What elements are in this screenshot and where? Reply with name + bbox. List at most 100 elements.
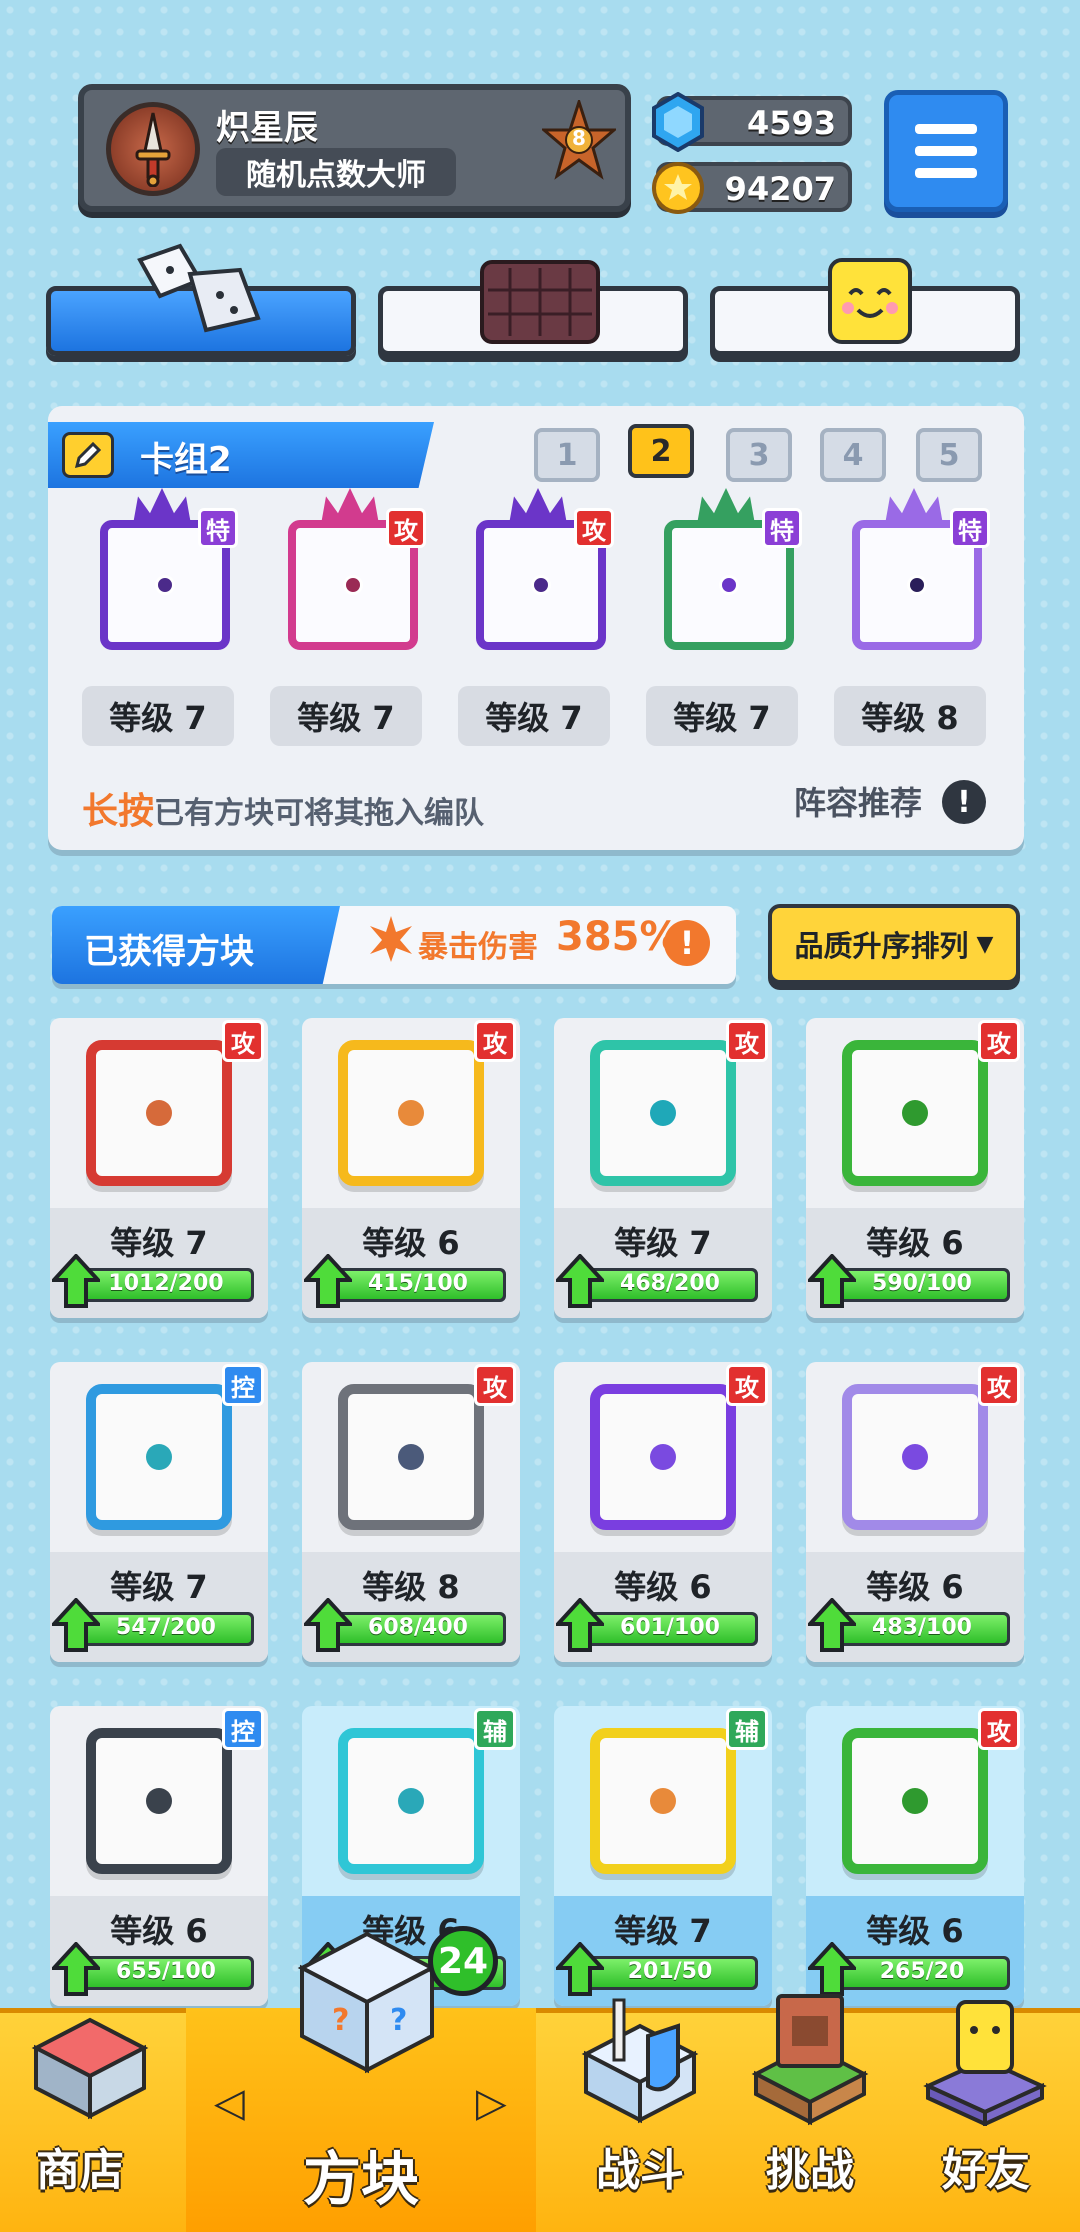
deck-card[interactable]: 特 (830, 488, 990, 668)
deck-card[interactable]: 特 (642, 488, 802, 668)
deck-card-level: 等级 7 (458, 686, 610, 746)
upgrade-arrow-icon[interactable] (808, 1942, 856, 1996)
nav-shop[interactable]: 商店 (0, 2000, 186, 2232)
owned-block-card[interactable]: 攻等级 6 483/100 (806, 1362, 1024, 1662)
smiley-block-icon (828, 258, 912, 344)
progress-text: 547/200 (116, 1615, 216, 1640)
upgrade-arrow-icon[interactable] (808, 1598, 856, 1652)
block-frame (842, 1384, 988, 1530)
owned-block-card[interactable]: 控等级 7 547/200 (50, 1362, 268, 1662)
owned-block-card[interactable]: 攻等级 6 590/100 (806, 1018, 1024, 1318)
recommend-lineup-label[interactable]: 阵容推荐 (794, 778, 922, 824)
block-pip (146, 1444, 172, 1470)
player-title: 随机点数大师 (216, 148, 456, 196)
progress-text: 608/400 (368, 1615, 468, 1640)
upgrade-arrow-icon[interactable] (808, 1254, 856, 1308)
upgrade-arrow-icon[interactable] (52, 1598, 100, 1652)
block-frame (338, 1384, 484, 1530)
owned-blocks-label: 已获得方块 (52, 906, 340, 984)
hint-text: 已有方块可将其拖入编队 (154, 796, 485, 831)
shield-sword-icon (581, 1998, 699, 2124)
nav-battle[interactable]: 战斗 (560, 1990, 720, 2232)
friends-icon (923, 2000, 1047, 2126)
block-frame (590, 1040, 736, 1186)
gem-counter[interactable]: 4593 (652, 92, 852, 152)
block-frame (338, 1728, 484, 1874)
deck-card[interactable]: 攻 (266, 488, 426, 668)
block-pip (398, 1444, 424, 1470)
deck-card[interactable]: 攻 (454, 488, 614, 668)
owned-block-card[interactable]: 辅等级 7 201/50 (554, 1706, 772, 2006)
block-pip (146, 1788, 172, 1814)
block-type-tag: 攻 (726, 1364, 768, 1406)
owned-block-card[interactable]: 攻等级 6 265/20 (806, 1706, 1024, 2006)
owned-block-card[interactable]: 攻等级 8 608/400 (302, 1362, 520, 1662)
avatar[interactable] (106, 102, 200, 196)
nav-battle-label: 战斗 (596, 2145, 684, 2196)
mystery-block-icon: ? ? (297, 1931, 437, 2074)
deck-slot-5[interactable]: 5 (916, 428, 982, 482)
owned-block-card[interactable]: 攻等级 6 601/100 (554, 1362, 772, 1662)
block-pip (650, 1100, 676, 1126)
progress-text: 468/200 (620, 1271, 720, 1296)
block-pip (398, 1788, 424, 1814)
block-type-tag: 攻 (386, 508, 426, 548)
upgrade-arrow-icon[interactable] (52, 1254, 100, 1308)
menu-button[interactable] (884, 90, 1008, 212)
block-pip (531, 575, 551, 595)
pencil-icon[interactable] (62, 432, 114, 478)
deck-slot-3[interactable]: 3 (726, 428, 792, 482)
progress-text: 483/100 (872, 1615, 972, 1640)
deck-slot-1[interactable]: 1 (534, 428, 600, 482)
sort-button[interactable]: 品质升序排列 ▼ (768, 904, 1020, 984)
upgrade-arrow-icon[interactable] (304, 1254, 352, 1308)
block-frame (86, 1040, 232, 1186)
upgrade-arrow-icon[interactable] (556, 1254, 604, 1308)
nav-prev-arrow[interactable]: ◁ (214, 2080, 245, 2126)
drag-hint: 长按已有方块可将其拖入编队 (82, 782, 484, 834)
owned-block-card[interactable]: 攻等级 7 1012/200 (50, 1018, 268, 1318)
block-frame (338, 1040, 484, 1186)
rank-level: 8 (572, 126, 586, 150)
deck-slot-4[interactable]: 4 (820, 428, 886, 482)
upgrade-progress-bar: 1012/200 (78, 1268, 254, 1302)
upgrade-progress-bar: 547/200 (78, 1612, 254, 1646)
progress-text: 1012/200 (108, 1271, 224, 1296)
block-pip (155, 575, 175, 595)
owned-block-card[interactable]: 攻等级 7 468/200 (554, 1018, 772, 1318)
coin-icon (652, 162, 704, 214)
crit-damage-label: 暴击伤害 (418, 930, 538, 965)
block-frame (842, 1728, 988, 1874)
nav-next-arrow[interactable]: ▷ (476, 2080, 507, 2126)
block-type-tag: 攻 (474, 1020, 516, 1062)
block-type-tag: 特 (762, 508, 802, 548)
deck-slot-2[interactable]: 2 (628, 424, 694, 478)
upgrade-arrow-icon[interactable] (556, 1598, 604, 1652)
deck-header[interactable]: 卡组2 (48, 422, 434, 488)
block-frame (842, 1040, 988, 1186)
coin-counter[interactable]: 94207 (652, 162, 852, 214)
svg-text:?: ? (390, 2003, 407, 2038)
block-frame (86, 1384, 232, 1530)
nav-friends[interactable]: 好友 (906, 1990, 1066, 2232)
dice-icon (137, 243, 261, 333)
upgrade-arrow-icon[interactable] (304, 1598, 352, 1652)
player-profile-panel[interactable]: 炽星辰 随机点数大师 8 (78, 84, 631, 212)
upgrade-arrow-icon[interactable] (556, 1942, 604, 1996)
info-icon[interactable]: ! (942, 780, 986, 824)
upgrade-arrow-icon[interactable] (52, 1942, 100, 1996)
block-type-tag: 特 (950, 508, 990, 548)
block-pip (650, 1788, 676, 1814)
owned-block-card[interactable]: 攻等级 6 415/100 (302, 1018, 520, 1318)
block-pip (719, 575, 739, 595)
crit-burst-icon (370, 916, 412, 962)
block-pip (398, 1100, 424, 1126)
sort-label: 品质升序排列 (794, 929, 969, 963)
nav-blocks-label: 方块 (302, 2145, 419, 2213)
progress-text: 201/50 (627, 1959, 713, 1984)
rank-badge[interactable]: 8 (539, 97, 619, 190)
nav-challenge[interactable]: 挑战 (730, 1990, 890, 2232)
block-type-tag: 特 (198, 508, 238, 548)
deck-card[interactable]: 特 (78, 488, 238, 668)
crit-info-icon[interactable]: ! (664, 920, 710, 966)
